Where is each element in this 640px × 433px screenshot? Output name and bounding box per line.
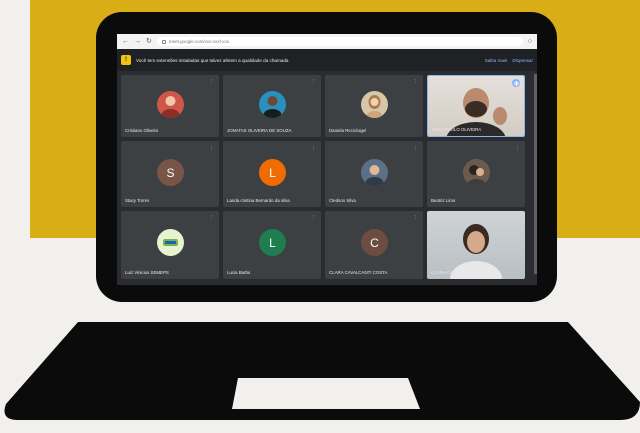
laptop-base — [4, 322, 640, 420]
trackpad — [232, 378, 420, 409]
